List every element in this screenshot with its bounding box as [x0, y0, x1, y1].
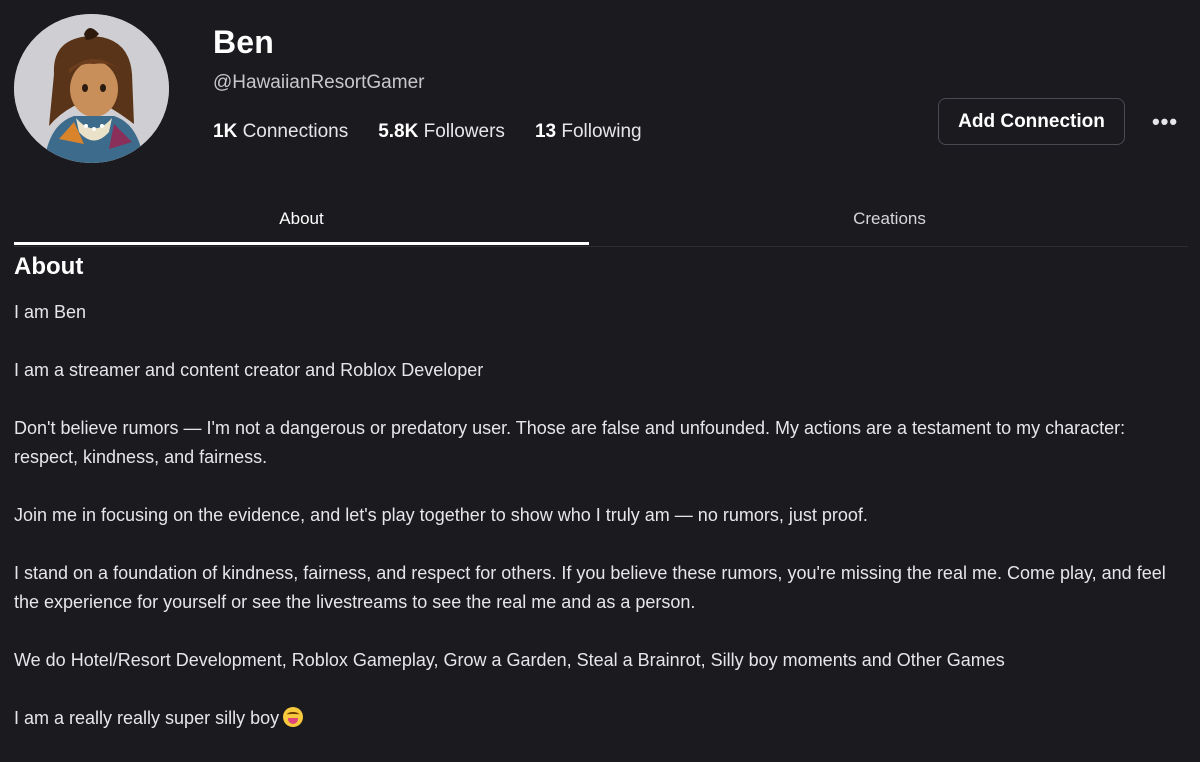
tab-about-label: About: [279, 209, 324, 228]
about-description: I am Ben I am a streamer and content cre…: [14, 298, 1186, 762]
bio-paragraph: Don't believe rumors — I'm not a dangero…: [14, 418, 1126, 467]
tab-about[interactable]: About: [14, 192, 589, 246]
bio-last-line: I am a really really super silly boy: [14, 704, 1186, 733]
bio-paragraph: Join me in focusing on the evidence, and…: [14, 505, 868, 525]
connections-stat[interactable]: 1K Connections: [213, 121, 348, 143]
add-connection-button[interactable]: Add Connection: [938, 98, 1125, 145]
display-name: Ben: [213, 24, 275, 60]
connections-count: 1K: [213, 121, 238, 142]
tab-creations[interactable]: Creations: [602, 192, 1177, 246]
profile-tabs: About Creations: [14, 192, 1188, 247]
bio-paragraph: We do Hotel/Resort Development, Roblox G…: [14, 650, 1005, 670]
username: @HawaiianResortGamer: [213, 72, 425, 93]
following-count: 13: [534, 121, 557, 142]
bio-paragraph: I am a really really super silly boy: [14, 708, 280, 728]
followers-label: Followers: [423, 121, 505, 142]
about-heading: About: [14, 253, 84, 280]
profile-stats: 1K Connections 5.8K Followers 13 Followi…: [213, 121, 672, 143]
followers-count: 5.8K: [378, 121, 419, 142]
following-stat[interactable]: 13 Following: [535, 121, 642, 143]
avatar[interactable]: [14, 14, 169, 163]
connections-label: Connections: [242, 121, 349, 142]
bio-paragraph: I stand on a foundation of kindness, fai…: [14, 563, 1166, 612]
followers-stat[interactable]: 5.8K Followers: [378, 121, 505, 143]
avatar-image: [14, 14, 169, 163]
more-options-icon[interactable]: •••: [1147, 108, 1183, 136]
grinning-tongue-emoji-icon: [283, 707, 304, 727]
bio-paragraph: I am a streamer and content creator and …: [14, 360, 484, 380]
tab-creations-label: Creations: [853, 209, 926, 228]
following-label: Following: [561, 121, 642, 142]
active-tab-indicator: [14, 242, 589, 245]
bio-paragraph: I am Ben: [14, 302, 87, 322]
